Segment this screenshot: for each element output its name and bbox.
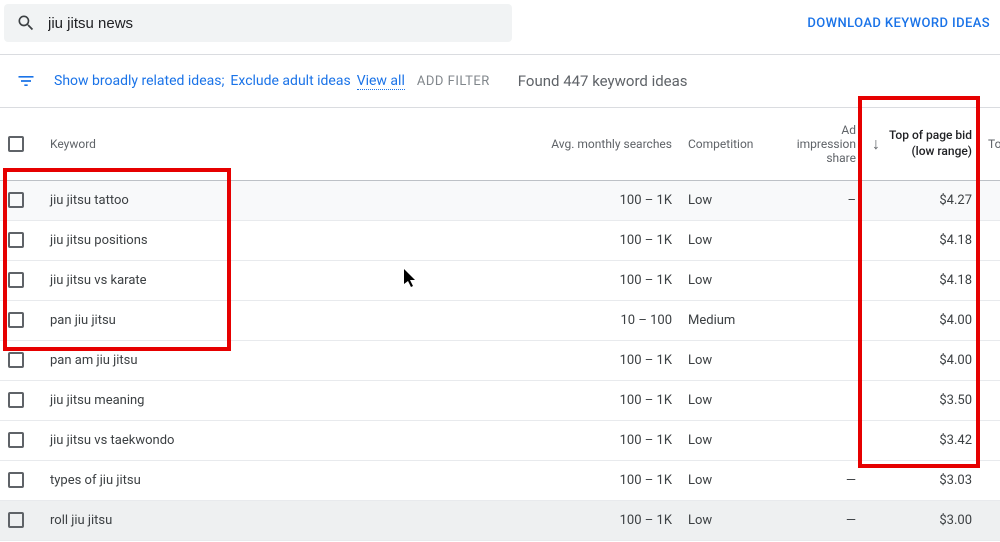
cell-share [778,300,864,340]
table-row[interactable]: jiu jitsu positions100 – 1KLow $4.18 [0,220,1000,260]
cell-keyword: jiu jitsu tattoo [42,180,527,220]
column-keyword[interactable]: Keyword [42,108,527,180]
table-row[interactable]: pan jiu jitsu10 – 100Medium $4.00 [0,300,1000,340]
filter-broadly-related[interactable]: Show broadly related ideas; [54,73,224,89]
cell-bid: $3.42 [864,420,980,460]
cell-share: – [778,180,864,220]
add-filter-button[interactable]: ADD FILTER [417,74,490,89]
cell-competition: Low [680,340,778,380]
cell-keyword: jiu jitsu vs taekwondo [42,420,527,460]
cell-competition: Low [680,380,778,420]
column-competition[interactable]: Competition [680,108,778,180]
cell-searches: 100 – 1K [527,460,680,500]
filter-exclude-adult[interactable]: Exclude adult ideas [230,73,350,89]
cell-searches: 100 – 1K [527,420,680,460]
cell-competition: Low [680,180,778,220]
cell-keyword: roll jiu jitsu [42,500,527,540]
cell-bid: $3.03 [864,460,980,500]
cell-searches: 100 – 1K [527,220,680,260]
table-row[interactable]: types of jiu jitsu100 – 1KLow—$3.03 [0,460,1000,500]
cell-share [778,260,864,300]
cell-searches: 10 – 100 [527,300,680,340]
cell-keyword: pan jiu jitsu [42,300,527,340]
cell-competition: Medium [680,300,778,340]
row-checkbox[interactable] [8,432,24,448]
cell-share [778,420,864,460]
table-row[interactable]: jiu jitsu vs taekwondo100 – 1KLow $3.42 [0,420,1000,460]
search-input[interactable] [48,15,500,32]
column-searches[interactable]: Avg. monthly searches [527,108,680,180]
table-row[interactable]: roll jiu jitsu100 – 1KLow—$3.00 [0,500,1000,540]
cell-share [778,220,864,260]
cell-bid: $4.18 [864,260,980,300]
row-checkbox[interactable] [8,392,24,408]
table-row[interactable]: jiu jitsu vs karate100 – 1KLow $4.18 [0,260,1000,300]
row-checkbox[interactable] [8,272,24,288]
search-icon [16,13,36,33]
search-box[interactable] [4,4,512,42]
column-last[interactable]: To [980,108,1000,180]
keyword-table: Keyword Avg. monthly searches Competitio… [0,108,1000,541]
row-checkbox[interactable] [8,472,24,488]
cell-share [778,380,864,420]
table-row[interactable]: jiu jitsu tattoo100 – 1KLow–$4.27 [0,180,1000,220]
cell-searches: 100 – 1K [527,380,680,420]
row-checkbox[interactable] [8,192,24,208]
found-keywords-text: Found 447 keyword ideas [518,72,688,90]
table-row[interactable]: jiu jitsu meaning100 – 1KLow $3.50 [0,380,1000,420]
cell-searches: 100 – 1K [527,180,680,220]
cell-competition: Low [680,500,778,540]
table-header-row: Keyword Avg. monthly searches Competitio… [0,108,1000,180]
cell-competition: Low [680,460,778,500]
cell-bid: $3.00 [864,500,980,540]
cell-competition: Low [680,260,778,300]
cell-bid: $4.18 [864,220,980,260]
sort-arrow-down-icon: ↓ [872,134,880,154]
cell-searches: 100 – 1K [527,260,680,300]
cell-competition: Low [680,220,778,260]
top-bar: DOWNLOAD KEYWORD IDEAS [0,0,1000,55]
cell-keyword: jiu jitsu positions [42,220,527,260]
cell-searches: 100 – 1K [527,340,680,380]
cell-share: — [778,500,864,540]
row-checkbox[interactable] [8,232,24,248]
cell-bid: $4.00 [864,300,980,340]
cell-keyword: jiu jitsu meaning [42,380,527,420]
cell-share: — [778,460,864,500]
cell-searches: 100 – 1K [527,500,680,540]
cell-bid: $4.00 [864,340,980,380]
cell-keyword: jiu jitsu vs karate [42,260,527,300]
filter-icon[interactable] [16,71,36,91]
cell-keyword: pan am jiu jitsu [42,340,527,380]
cell-share [778,340,864,380]
select-all-checkbox[interactable] [8,136,24,152]
filter-bar: Show broadly related ideas; Exclude adul… [0,55,1000,108]
row-checkbox[interactable] [8,312,24,328]
column-ad-share[interactable]: Ad impression share [778,108,864,180]
cell-bid: $4.27 [864,180,980,220]
row-checkbox[interactable] [8,512,24,528]
filter-view-all[interactable]: View all [357,73,405,90]
table-row[interactable]: pan am jiu jitsu100 – 1KLow $4.00 [0,340,1000,380]
column-bid-low[interactable]: ↓ Top of page bid (low range) [864,108,980,180]
download-keyword-ideas-link[interactable]: DOWNLOAD KEYWORD IDEAS [807,16,990,31]
cell-bid: $3.50 [864,380,980,420]
cell-keyword: types of jiu jitsu [42,460,527,500]
cell-competition: Low [680,420,778,460]
row-checkbox[interactable] [8,352,24,368]
